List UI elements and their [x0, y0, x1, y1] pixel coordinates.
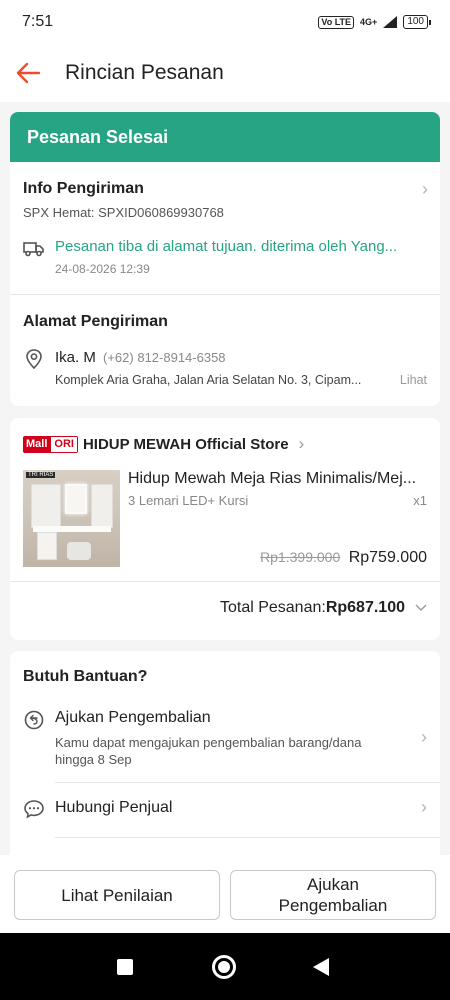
top-bar: Rincian Pesanan: [0, 44, 450, 102]
location-pin-icon: [26, 349, 42, 370]
shipping-info-section[interactable]: Info Pengiriman › SPX Hemat: SPXID060869…: [10, 162, 440, 294]
return-icon: [24, 710, 44, 730]
home-button-dot: [218, 961, 230, 973]
recipient-phone: (+62) 812-8914-6358: [103, 350, 226, 365]
product-mirror: [65, 484, 87, 514]
address-section[interactable]: Alamat Pengiriman Ika. M (+62) 812-8914-…: [10, 295, 440, 406]
order-total-value: Rp687.100: [325, 599, 405, 616]
signal-icon: [383, 16, 398, 28]
chat-icon: [24, 800, 44, 819]
delivery-datetime: 24-08-2026 12:39: [55, 262, 150, 276]
order-status-banner: Pesanan Selesai: [10, 112, 440, 162]
store-header[interactable]: Mall ORI HIDUP MEWAH Official Store ›: [23, 434, 304, 454]
store-name: HIDUP MEWAH Official Store: [82, 435, 289, 453]
ori-badge-label: ORI: [50, 435, 78, 453]
network-label: 4G+: [360, 16, 378, 27]
product-name[interactable]: Hidup Mewah Meja Rias Minimalis/Mej...: [128, 470, 416, 488]
divider: [55, 782, 440, 783]
recipient-line: Ika. M (+62) 812-8914-6358: [55, 349, 226, 366]
order-total-row[interactable]: Total Pesanan: Rp687.100: [220, 599, 427, 617]
mall-badge-label: Mall: [23, 435, 51, 453]
status-time: 7:51: [22, 13, 54, 30]
delivery-status: Pesanan tiba di alamat tujuan. diterima …: [55, 238, 398, 255]
truck-icon: [23, 242, 44, 257]
product-stool: [67, 542, 91, 560]
volte-icon: Vo LTE: [318, 15, 355, 29]
product-quantity: x1: [413, 493, 427, 508]
recipient-name: Ika. M: [55, 349, 96, 366]
product-drawer: [37, 532, 57, 560]
recents-button-icon[interactable]: [117, 959, 133, 975]
product-price: Rp759.000: [348, 549, 427, 566]
return-request-info: Kamu dapat mengajukan pengembalian baran…: [55, 735, 362, 767]
order-status-card: Pesanan Selesai Info Pengiriman › SPX He…: [10, 112, 440, 406]
order-total-label: Total Pesanan:: [219, 599, 326, 616]
status-icons: Vo LTE 4G+ 100: [318, 15, 431, 29]
view-rating-button[interactable]: Lihat Penilaian: [14, 870, 220, 920]
status-bar: 7:51 Vo LTE 4G+ 100: [0, 0, 450, 44]
view-address-link[interactable]: Lihat: [400, 373, 427, 387]
mall-ori-badge: Mall ORI: [23, 435, 78, 453]
courier-tracking: SPX Hemat: SPXID060869930768: [23, 205, 224, 220]
help-card: Butuh Bantuan? Ajukan Pengembalian Kamu …: [10, 651, 440, 861]
home-button-icon[interactable]: [212, 955, 236, 979]
bottom-action-bar: Lihat Penilaian Ajukan Pengembalian: [0, 855, 450, 933]
return-request-label: Ajukan Pengembalian: [55, 709, 211, 726]
original-price: Rp1.399.000: [260, 549, 341, 565]
chevron-right-icon: ›: [422, 179, 428, 199]
request-return-button[interactable]: Ajukan Pengembalian: [230, 870, 436, 920]
divider: [10, 581, 440, 582]
help-title: Butuh Bantuan?: [23, 668, 148, 685]
chevron-right-icon: ›: [421, 797, 427, 817]
contact-seller-label: Hubungi Penjual: [55, 799, 173, 816]
product-shelf-left: [31, 484, 61, 528]
contact-seller-row[interactable]: Hubungi Penjual ›: [10, 785, 440, 835]
chevron-down-icon: [415, 604, 427, 611]
back-button-icon[interactable]: [312, 957, 330, 977]
divider: [55, 837, 440, 838]
product-image[interactable]: TRI RIAS: [23, 470, 120, 567]
return-request-row[interactable]: Ajukan Pengembalian Kamu dapat mengajuka…: [10, 703, 440, 783]
chevron-right-icon: ›: [298, 434, 305, 453]
product-shelf-right: [91, 484, 113, 528]
page-title: Rincian Pesanan: [65, 61, 224, 84]
product-variant: 3 Lemari LED+ Kursi: [128, 493, 249, 508]
battery-icon: 100: [403, 15, 431, 29]
shipping-info-title: Info Pengiriman: [23, 180, 144, 197]
price-row: Rp1.399.000 Rp759.000: [260, 549, 427, 567]
product-card: Mall ORI HIDUP MEWAH Official Store › TR…: [10, 418, 440, 640]
chevron-right-icon: ›: [421, 727, 427, 747]
address-title: Alamat Pengiriman: [23, 313, 168, 330]
system-navigation-bar: [0, 933, 450, 1000]
back-arrow-icon[interactable]: [14, 59, 42, 87]
image-caption: TRI RIAS: [26, 472, 56, 478]
address-detail: Komplek Aria Graha, Jalan Aria Selatan N…: [55, 373, 362, 387]
